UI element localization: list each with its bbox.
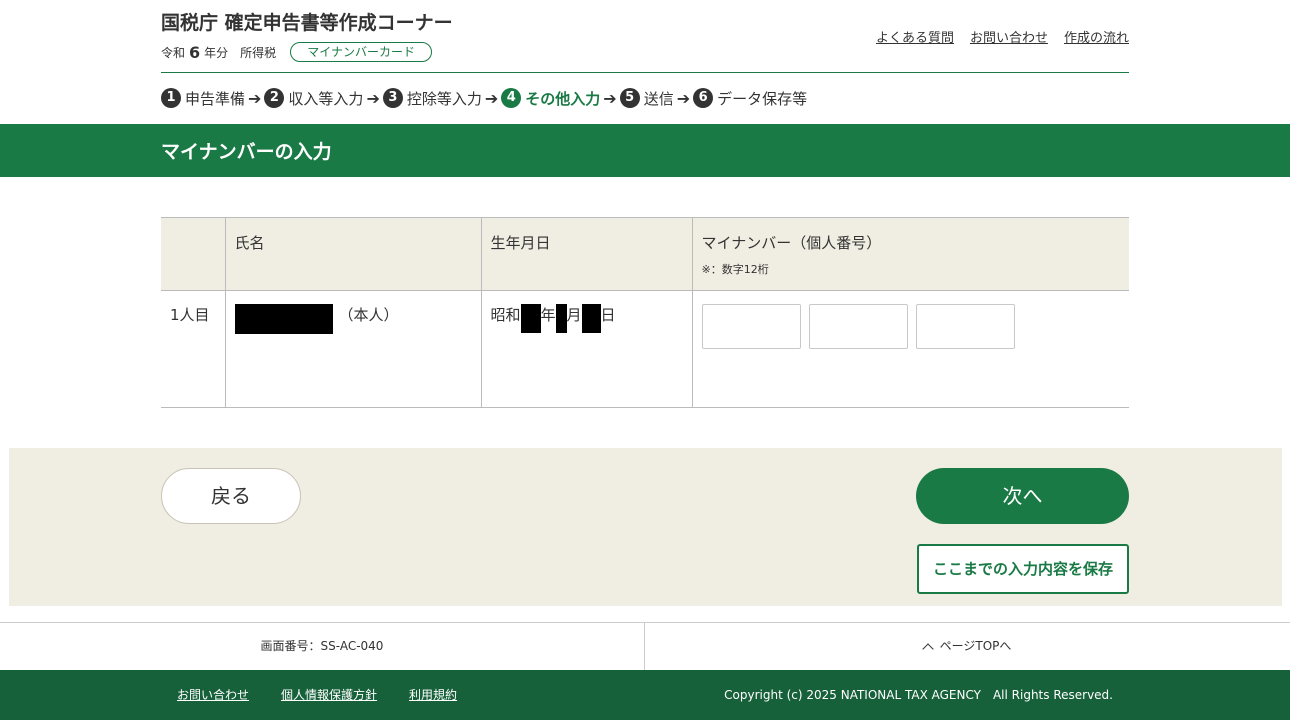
page-title-band: マイナンバーの入力 [0,124,1290,177]
step-5: 5 送信 [619,88,674,109]
step-number: 4 [501,88,522,108]
index-header [161,217,225,291]
flow-link[interactable]: 作成の流れ [1064,27,1129,46]
page-top-link[interactable]: ページTOPへ [645,623,1290,670]
mynumber-table: 氏名 生年月日 マイナンバー（個人番号） ※：数字12桁 1人目 （本人） 昭和… [161,217,1129,408]
step-number: 3 [382,88,403,108]
name-cell: （本人） [224,290,481,408]
step-6: 6 データ保存等 [693,88,807,109]
mynumber-card-badge: マイナンバーカード [290,42,432,62]
birth-header: 生年月日 [480,217,692,291]
progress-steps: 1 申告準備 ➔ 2 収入等入力 ➔ 3 控除等入力 ➔ 4 その他入力 ➔ 5… [161,86,807,110]
self-label: （本人） [338,306,399,324]
footer-links: お問い合わせ 個人情報保護方針 利用規約 [177,686,457,703]
header-links: よくある質問 お問い合わせ 作成の流れ [876,27,1129,46]
arrow-right-icon: ➔ [484,88,499,108]
site-header: 国税庁 確定申告書等作成コーナー 令和 6 年分 所得税 マイナンバーカード よ… [161,0,1129,73]
save-progress-button[interactable]: ここまでの入力内容を保存 [917,544,1129,594]
arrow-right-icon: ➔ [676,88,691,108]
mynumber-note: ※：数字12桁 [701,263,769,276]
birth-cell: 昭和 年 月 日 [480,290,692,408]
step-label: 申告準備 [185,89,246,108]
mynumber-header-label: マイナンバー（個人番号） [701,234,882,252]
screen-id: 画面番号：SS-AC-040 [0,623,645,670]
step-label: データ保存等 [717,89,808,108]
table-header-row: 氏名 生年月日 マイナンバー（個人番号） ※：数字12桁 [161,217,1129,291]
step-label: 控除等入力 [406,89,482,108]
era-label: 令和 [161,45,186,60]
mynumber-part-2-input[interactable] [808,304,908,349]
birth-month-unit: 月 [566,306,582,324]
copyright: Copyright (c) 2025 NATIONAL TAX AGENCY A… [724,688,1113,702]
step-number: 1 [161,88,181,108]
mynumber-part-1-input[interactable] [701,304,801,349]
step-number: 2 [264,88,285,108]
step-4-current: 4 その他入力 [501,88,600,109]
birth-era: 昭和 [490,306,521,324]
table-row: 1人目 （本人） 昭和 年 月 日 [161,290,1129,408]
page-top-label: ページTOPへ [939,639,1012,653]
person-index: 1人目 [161,290,225,408]
name-header: 氏名 [224,217,481,291]
redacted-birth-month [555,304,567,333]
year-suffix: 年分 [204,45,229,60]
app-title: 国税庁 確定申告書等作成コーナー [161,12,453,34]
arrow-right-icon: ➔ [603,88,617,108]
step-label: 収入等入力 [288,89,364,108]
mynumber-header: マイナンバー（個人番号） ※：数字12桁 [691,217,1129,291]
site-footer: お問い合わせ 個人情報保護方針 利用規約 Copyright (c) 2025 … [0,670,1290,720]
arrow-right-icon: ➔ [366,88,380,108]
step-number: 6 [693,88,714,108]
mynumber-inputs [701,304,1121,349]
tax-year-number: 6 [189,42,201,62]
faq-link[interactable]: よくある質問 [876,27,954,46]
tax-year-line: 令和 6 年分 所得税 マイナンバーカード [161,42,432,62]
step-1: 1 申告準備 [161,88,245,109]
footer-top: 画面番号：SS-AC-040 ページTOPへ [0,622,1290,670]
step-3: 3 控除等入力 [382,88,482,109]
terms-link[interactable]: 利用規約 [409,686,457,703]
privacy-policy-link[interactable]: 個人情報保護方針 [281,686,377,703]
redacted-name [234,304,333,334]
redacted-birth-year [520,304,541,333]
tax-type: 所得税 [240,45,277,60]
birth-day-unit: 日 [600,306,616,324]
step-label: 送信 [643,89,674,108]
step-label: その他入力 [525,89,601,108]
chevron-up-icon [921,642,934,655]
next-button[interactable]: 次へ [916,468,1129,524]
contact-link[interactable]: お問い合わせ [970,27,1048,46]
mynumber-part-3-input[interactable] [915,304,1015,349]
back-button[interactable]: 戻る [161,468,301,524]
step-number: 5 [619,88,640,108]
navigation-area: 戻る 次へ ここまでの入力内容を保存 [9,448,1282,606]
footer-contact-link[interactable]: お問い合わせ [177,686,249,703]
arrow-right-icon: ➔ [248,88,262,108]
step-2: 2 収入等入力 [264,88,363,109]
page-title: マイナンバーの入力 [161,141,332,163]
mynumber-cell [691,290,1129,408]
redacted-birth-day [581,304,601,333]
birth-year-unit: 年 [540,306,556,324]
